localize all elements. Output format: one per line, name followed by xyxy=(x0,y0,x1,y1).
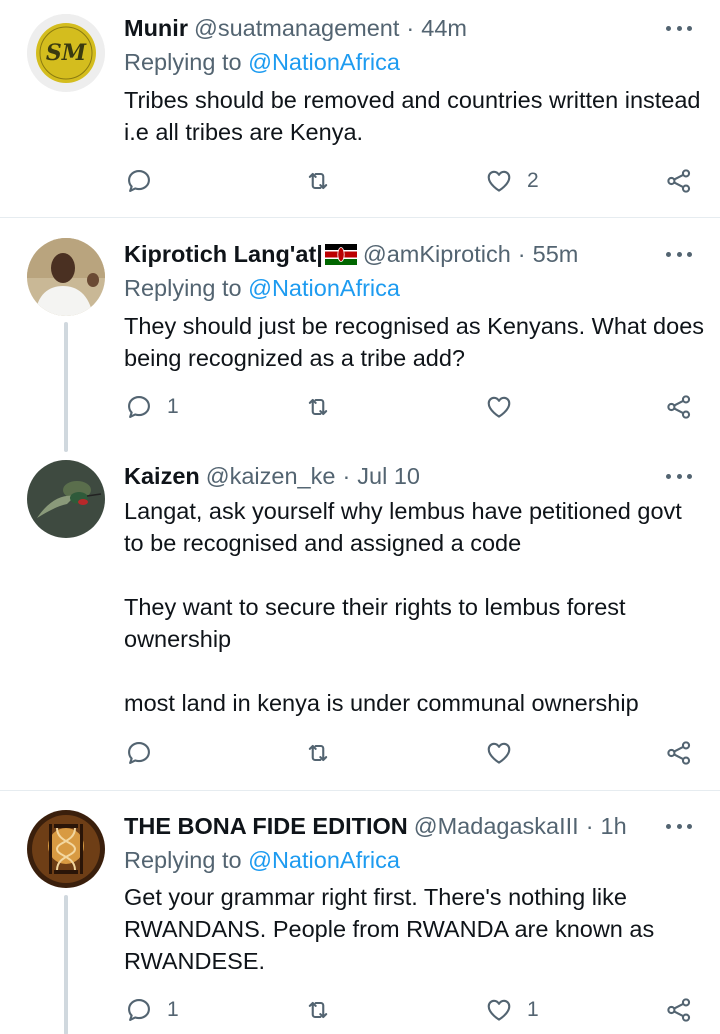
avatar-monogram: SM xyxy=(46,40,87,66)
share-button[interactable] xyxy=(665,994,693,1026)
avatar[interactable] xyxy=(27,810,105,888)
like-count: 2 xyxy=(527,169,539,192)
reply-button[interactable]: 1 xyxy=(125,994,179,1026)
retweet-icon xyxy=(308,1001,328,1019)
share-icon xyxy=(667,395,691,419)
timestamp[interactable]: 44m xyxy=(421,15,467,42)
display-name[interactable]: Kaizen xyxy=(124,463,200,490)
mention-link[interactable]: @NationAfrica xyxy=(248,847,400,873)
more-options-icon[interactable] xyxy=(666,24,692,32)
thread-line xyxy=(64,322,68,452)
retweet-button[interactable] xyxy=(304,737,346,769)
user-handle[interactable]: @MadagaskaIII xyxy=(414,813,579,840)
tweet-paragraph: most land in kenya is under communal own… xyxy=(124,690,639,716)
share-icon xyxy=(667,741,691,765)
tweet-text: Tribes should be removed and countries w… xyxy=(124,87,701,145)
replying-to-label: Replying to xyxy=(124,275,242,301)
like-button[interactable]: 2 xyxy=(485,165,539,197)
replying-to-label: Replying to xyxy=(124,847,242,873)
retweet-button[interactable] xyxy=(304,165,346,197)
heart-icon xyxy=(487,742,511,764)
user-handle[interactable]: @kaizen_ke xyxy=(206,463,336,490)
kenya-flag-icon xyxy=(324,243,357,265)
retweet-button[interactable] xyxy=(304,391,346,423)
share-icon xyxy=(667,998,691,1022)
separator-dot: · xyxy=(585,812,594,839)
tweet-actions: 1 1 xyxy=(0,994,720,1026)
reply-count: 1 xyxy=(167,395,179,418)
avatar[interactable] xyxy=(27,238,105,316)
retweet-icon xyxy=(308,744,328,762)
more-options-icon[interactable] xyxy=(666,472,692,480)
reply-icon xyxy=(128,170,150,192)
display-name[interactable]: Kiprotich Lang'at| xyxy=(124,241,323,268)
reply-count: 1 xyxy=(167,998,179,1021)
mention-link[interactable]: @NationAfrica xyxy=(248,275,400,301)
timestamp[interactable]: Jul 10 xyxy=(357,463,420,490)
separator-dot: · xyxy=(342,462,351,489)
avatar[interactable]: SM xyxy=(27,14,105,92)
like-count: 1 xyxy=(527,998,539,1021)
heart-icon xyxy=(487,396,511,418)
tweet-munir[interactable]: SM Munir @suatmanagement · 44m Replying … xyxy=(0,0,720,217)
tweet-actions: 2 xyxy=(0,165,720,197)
tweet-actions xyxy=(0,737,720,769)
share-button[interactable] xyxy=(665,165,693,197)
like-button[interactable] xyxy=(485,391,527,423)
replying-to-label: Replying to xyxy=(124,49,242,75)
retweet-button[interactable] xyxy=(304,994,346,1026)
tweet-kiprotich[interactable]: Kiprotich Lang'at| @amKiprotich · 55m Re… xyxy=(0,218,720,452)
reply-button[interactable] xyxy=(125,737,167,769)
tweet-actions: 1 xyxy=(0,391,720,423)
reply-button[interactable] xyxy=(125,165,167,197)
heart-icon xyxy=(487,170,511,192)
share-icon xyxy=(667,169,691,193)
reply-button[interactable]: 1 xyxy=(125,391,179,423)
like-button[interactable]: 1 xyxy=(485,994,539,1026)
tweet-kaizen[interactable]: Kaizen @kaizen_ke · Jul 10 Langat, ask y… xyxy=(0,440,720,790)
timestamp[interactable]: 1h xyxy=(601,813,627,840)
avatar[interactable] xyxy=(27,460,105,538)
share-button[interactable] xyxy=(665,391,693,423)
display-name[interactable]: Munir xyxy=(124,15,188,42)
tweet-text: Get your grammar right first. There's no… xyxy=(124,884,655,974)
timestamp[interactable]: 55m xyxy=(533,241,579,268)
replying-to: Replying to @NationAfrica xyxy=(124,847,400,874)
separator-dot: · xyxy=(517,240,526,267)
replying-to: Replying to @NationAfrica xyxy=(124,275,400,302)
tweet-paragraph: Langat, ask yourself why lembus have pet… xyxy=(124,498,682,556)
tweet-bona-fide-edition[interactable]: THE BONA FIDE EDITION @MadagaskaIII · 1h… xyxy=(0,791,720,1034)
share-button[interactable] xyxy=(665,737,693,769)
more-options-icon[interactable] xyxy=(666,822,692,830)
separator-dot: · xyxy=(406,14,415,41)
user-handle[interactable]: @suatmanagement xyxy=(194,15,399,42)
tweet-text: They should just be recognised as Kenyan… xyxy=(124,313,705,371)
retweet-icon xyxy=(308,172,328,190)
like-button[interactable] xyxy=(485,737,527,769)
more-options-icon[interactable] xyxy=(666,250,692,258)
reply-icon xyxy=(128,999,150,1021)
reply-icon xyxy=(128,742,150,764)
tweet-text: Langat, ask yourself why lembus have pet… xyxy=(124,495,704,719)
retweet-icon xyxy=(308,398,328,416)
user-handle[interactable]: @amKiprotich xyxy=(363,241,511,268)
reply-icon xyxy=(128,396,150,418)
tweet-paragraph: They want to secure their rights to lemb… xyxy=(124,594,626,652)
display-name[interactable]: THE BONA FIDE EDITION xyxy=(124,813,408,840)
heart-icon xyxy=(487,999,511,1021)
mention-link[interactable]: @NationAfrica xyxy=(248,49,400,75)
replying-to: Replying to @NationAfrica xyxy=(124,49,400,76)
